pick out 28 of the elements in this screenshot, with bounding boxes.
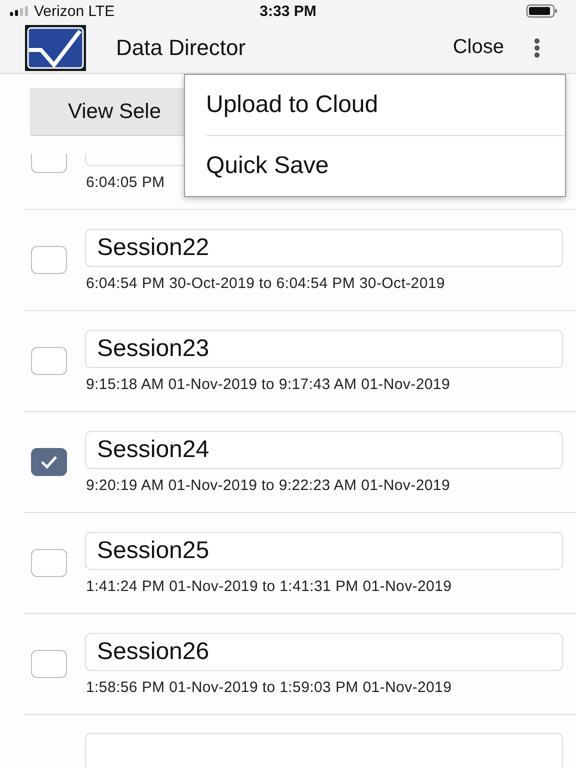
session-time-range: 9:15:18 AM 01-Nov-2019 to 9:17:43 AM 01-Nov-2019 xyxy=(86,376,451,392)
session-time-range: 9:20:19 AM 01-Nov-2019 to 9:22:23 AM 01-Nov-2019 xyxy=(86,476,451,494)
carrier-label: Verizon LTE xyxy=(34,2,115,20)
session-name-field[interactable]: Session26 xyxy=(85,632,563,670)
more-options-icon[interactable] xyxy=(534,38,540,58)
session-name-field[interactable]: Session25 xyxy=(85,532,563,570)
app-title: Data Director xyxy=(116,34,246,60)
battery-icon xyxy=(526,4,558,18)
session-time-range: 1:58:56 PM 01-Nov-2019 to 1:59:03 PM 01-Nov-2019 xyxy=(86,678,453,696)
session-time-range: 6:04:54 PM 30-Oct-2019 to 6:04:54 PM 30-Oct-2019 xyxy=(86,274,446,292)
checkmark-logo-icon xyxy=(25,24,86,70)
session-time-range: 6:04:05 PM xyxy=(86,174,166,190)
checkbox[interactable] xyxy=(31,347,67,375)
checkmark-icon xyxy=(40,455,58,469)
clock-time: 3:33 PM xyxy=(260,2,316,20)
session-name-field[interactable]: Session24 xyxy=(85,430,563,468)
session-name-field[interactable]: Session22 xyxy=(85,228,563,266)
session-name-field[interactable]: Session23 xyxy=(85,330,563,368)
checkbox[interactable] xyxy=(31,246,67,274)
checkbox[interactable] xyxy=(31,650,67,678)
checkbox[interactable] xyxy=(31,549,67,577)
session-time-range: 1:41:24 PM 01-Nov-2019 to 1:41:31 PM 01-Nov-2019 xyxy=(86,578,453,594)
signal-icon xyxy=(10,6,28,16)
session-name-field[interactable] xyxy=(85,733,563,767)
menu-item[interactable]: Quick Save xyxy=(185,136,565,196)
menu-item[interactable]: Upload to Cloud xyxy=(185,75,565,135)
checkbox[interactable] xyxy=(31,448,67,476)
close-button[interactable]: Close xyxy=(452,36,504,59)
